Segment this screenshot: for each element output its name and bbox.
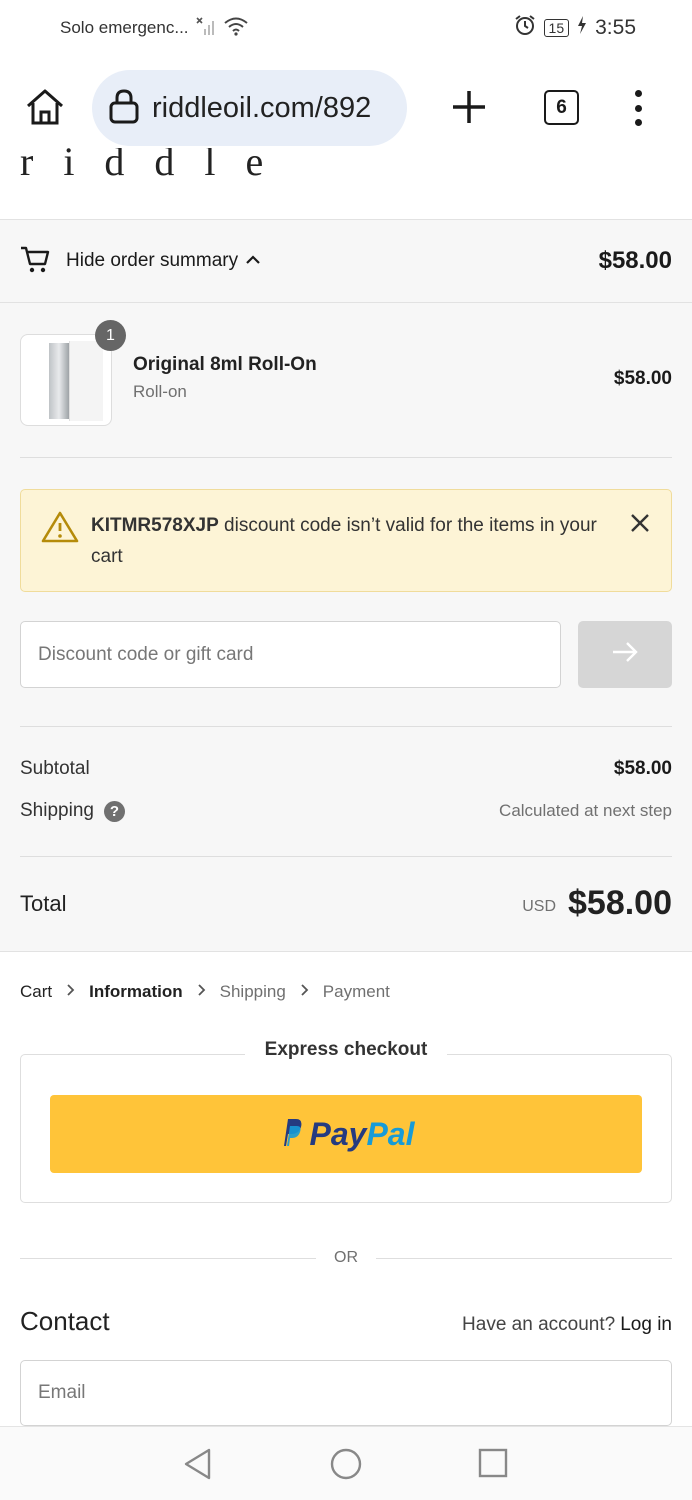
breadcrumb: Cart Information Shipping Payment (20, 982, 390, 1002)
chevron-right-icon (300, 982, 309, 1002)
status-bar: Solo emergenc... 15 3:55 (0, 0, 692, 56)
breadcrumb-information: Information (89, 982, 183, 1001)
product-variant: Roll-on (133, 382, 187, 401)
quantity-badge: 1 (95, 320, 126, 351)
tab-switcher-button[interactable]: 6 (544, 90, 579, 125)
total-amount: $58.00 (568, 884, 672, 922)
battery-indicator: 15 (543, 19, 570, 37)
clock-time: 3:55 (595, 16, 636, 39)
breadcrumb-payment: Payment (322, 982, 390, 1001)
chevron-up-icon (246, 252, 260, 270)
store-logo[interactable]: riddle (20, 148, 293, 185)
plus-icon (448, 91, 490, 132)
home-icon (24, 87, 66, 132)
express-checkout: Express checkout PayPal (20, 1039, 672, 1203)
cart-icon (20, 245, 50, 278)
contact-header: Contact Have an account? Log in (20, 1306, 672, 1337)
total-row: Total USD $58.00 (20, 884, 672, 923)
home-button[interactable] (22, 86, 68, 132)
browser-toolbar: riddleoil.com/892 6 (0, 68, 692, 148)
chevron-right-icon (197, 982, 206, 1002)
discount-code-input[interactable] (20, 621, 561, 688)
product-thumbnail (20, 334, 112, 426)
order-summary-label: Hide order summary (66, 250, 239, 271)
or-divider: OR (20, 1247, 672, 1269)
shipping-row: Shipping ? Calculated at next step (20, 800, 672, 822)
account-prompt: Have an account? (462, 1314, 616, 1335)
express-checkout-title: Express checkout (244, 1039, 448, 1060)
breadcrumb-shipping: Shipping (219, 982, 286, 1001)
chevron-right-icon (66, 982, 75, 1002)
close-icon[interactable] (629, 512, 651, 534)
shipping-value: Calculated at next step (499, 801, 672, 820)
divider (20, 457, 672, 458)
product-price: $58.00 (613, 368, 672, 389)
breadcrumb-cart[interactable]: Cart (20, 982, 52, 1002)
line-item: 1 Original 8ml Roll-On Roll-on $58.00 (20, 320, 672, 428)
url-text: riddleoil.com/892 (152, 91, 372, 124)
divider (20, 856, 672, 857)
subtotal-row: Subtotal $58.00 (20, 758, 672, 780)
back-nav-button[interactable] (182, 1447, 214, 1486)
contact-heading: Contact (20, 1306, 110, 1336)
alert-message: KITMR578XJP discount code isn’t valid fo… (91, 510, 611, 572)
shipping-label: Shipping (20, 800, 94, 821)
alarm-icon (514, 14, 536, 42)
order-summary: Hide order summary $58.00 1 Original 8ml… (0, 220, 692, 952)
lock-icon (108, 88, 140, 129)
browser-menu-button[interactable] (628, 90, 648, 126)
address-bar[interactable]: riddleoil.com/892 (92, 70, 407, 146)
new-tab-button[interactable] (448, 86, 490, 128)
home-nav-button[interactable] (329, 1447, 363, 1486)
wifi-icon (223, 16, 249, 41)
alert-code: KITMR578XJP (91, 515, 219, 536)
paypal-pal-text: Pal (366, 1115, 415, 1152)
recents-nav-button[interactable] (477, 1447, 509, 1484)
charging-icon (577, 16, 587, 40)
subtotal-value: $58.00 (613, 758, 672, 779)
paypal-button[interactable]: PayPal (50, 1095, 642, 1173)
signal-icon (195, 16, 217, 41)
email-field[interactable] (20, 1360, 672, 1426)
summary-total: $58.00 (598, 247, 672, 274)
paypal-pay-text: Pay (309, 1115, 367, 1152)
total-label: Total (20, 890, 67, 916)
help-icon[interactable]: ? (103, 800, 125, 822)
login-link[interactable]: Log in (620, 1314, 672, 1335)
subtotal-label: Subtotal (20, 758, 90, 779)
product-name: Original 8ml Roll-On (133, 354, 317, 375)
discount-error-alert: KITMR578XJP discount code isn’t valid fo… (20, 489, 672, 592)
divider (20, 726, 672, 727)
currency-code: USD (522, 897, 556, 915)
system-nav-bar (0, 1426, 692, 1500)
paypal-logo-icon (278, 1116, 304, 1153)
arrow-right-icon (611, 641, 639, 668)
carrier-text: Solo emergenc... (60, 18, 189, 37)
or-text: OR (334, 1249, 358, 1266)
apply-discount-button[interactable] (578, 621, 672, 688)
order-summary-toggle[interactable]: Hide order summary $58.00 (0, 220, 692, 303)
warning-icon (41, 510, 79, 549)
store-header: riddle (0, 148, 692, 220)
